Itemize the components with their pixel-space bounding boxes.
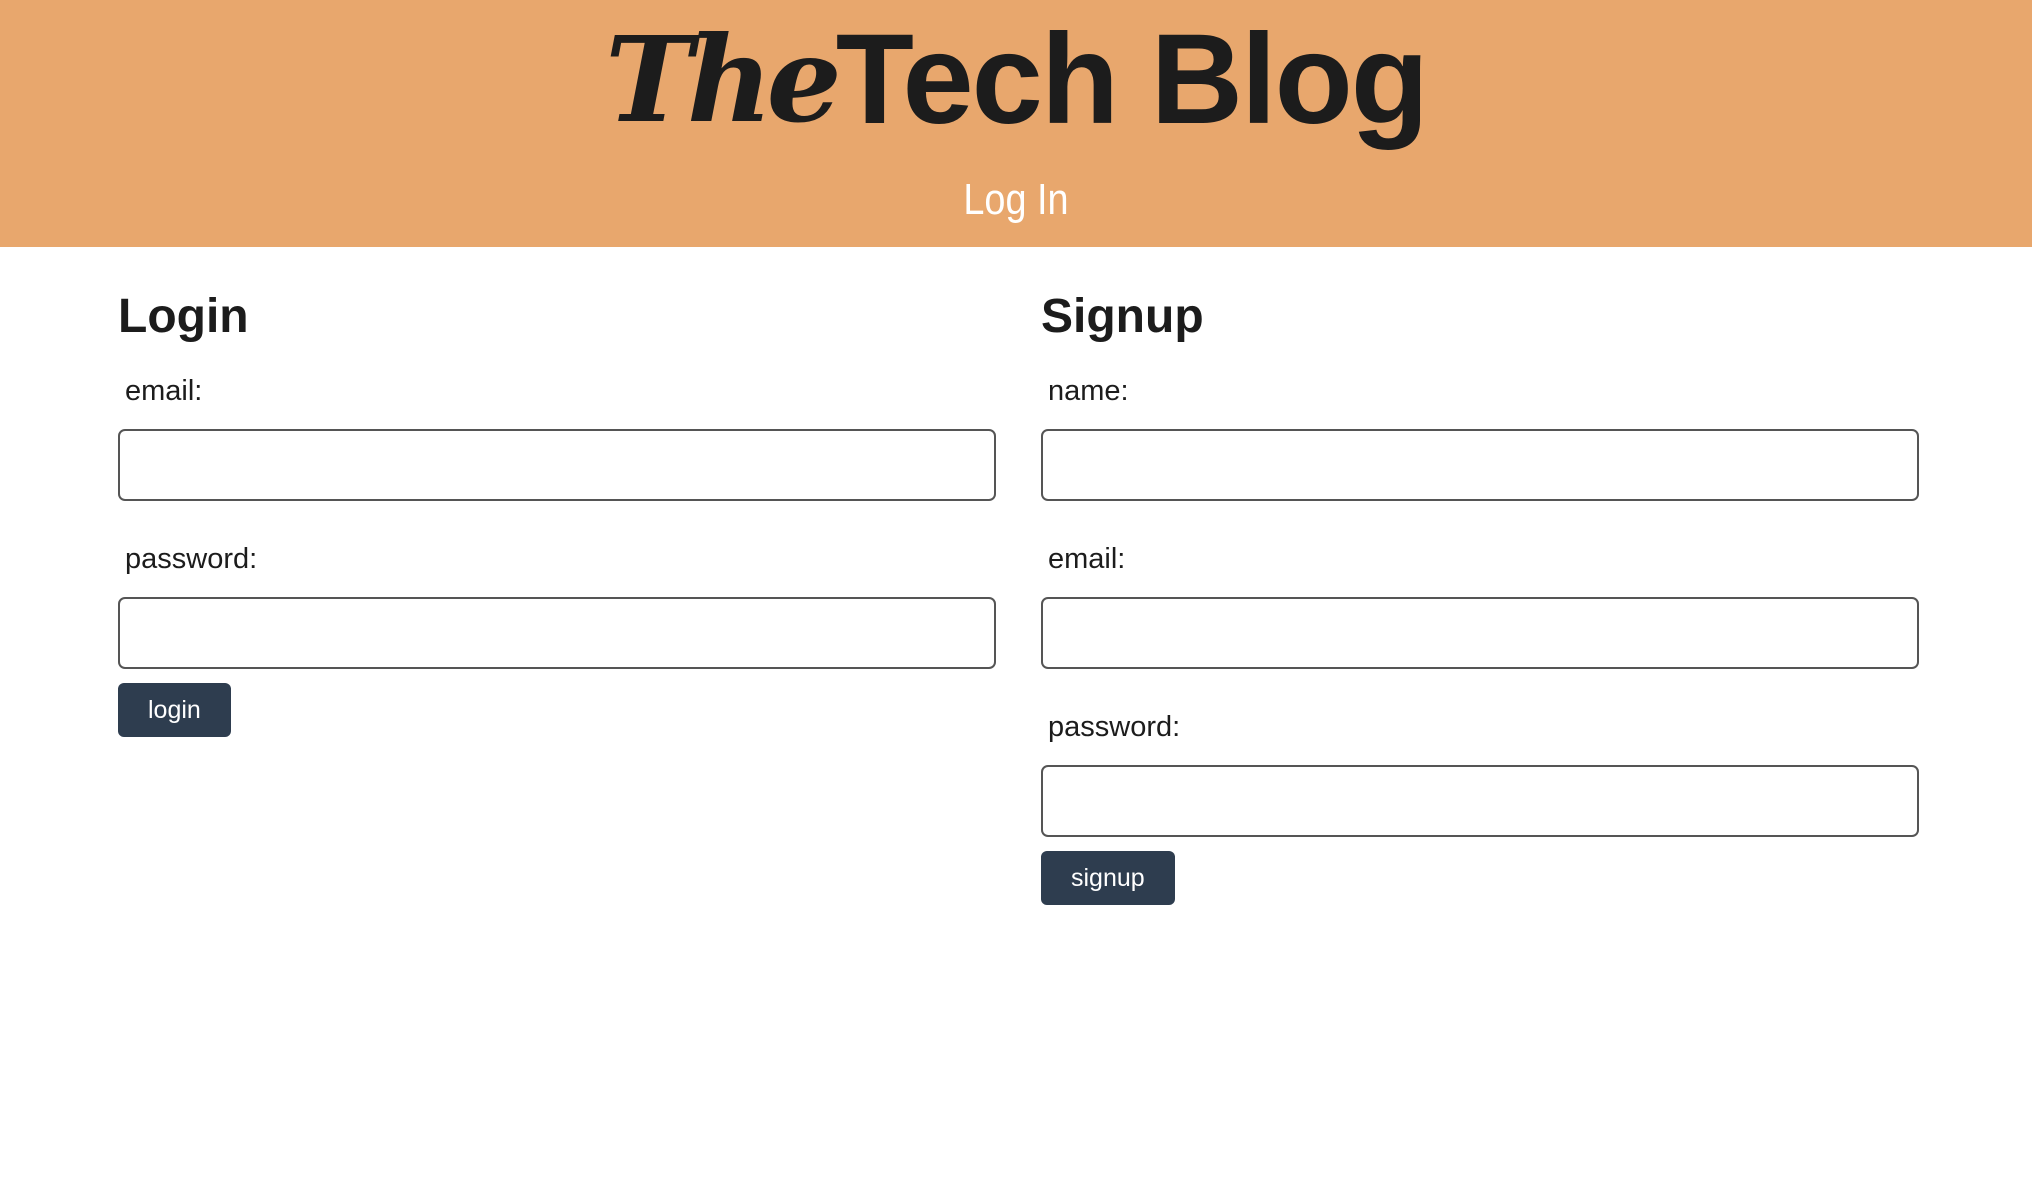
- signup-password-label: password:: [1048, 711, 1181, 743]
- brand-the-text: The: [605, 10, 842, 149]
- signup-section: Signup name: email: password: signup: [1041, 285, 1919, 905]
- login-title: Login: [118, 290, 249, 343]
- login-email-group: email:: [118, 371, 996, 527]
- signup-password-input[interactable]: [1041, 765, 1919, 837]
- signup-button[interactable]: signup: [1041, 851, 1175, 905]
- signup-name-input[interactable]: [1041, 429, 1919, 501]
- login-password-input[interactable]: [118, 597, 996, 669]
- login-email-label: email:: [125, 375, 203, 407]
- signup-title: Signup: [1041, 290, 1204, 343]
- signup-name-group: name:: [1041, 371, 1919, 527]
- signup-email-group: email:: [1041, 539, 1919, 695]
- site-logo[interactable]: TheTech Blog: [0, 0, 2032, 151]
- signup-email-input[interactable]: [1041, 597, 1919, 669]
- login-button[interactable]: login: [118, 683, 231, 737]
- signup-name-label: name:: [1048, 375, 1129, 407]
- signup-email-label: email:: [1048, 543, 1126, 575]
- login-password-label: password:: [125, 543, 258, 575]
- login-password-group: password:: [118, 539, 996, 669]
- signup-password-group: password:: [1041, 707, 1919, 837]
- login-email-input[interactable]: [118, 429, 996, 501]
- site-header: TheTech Blog Log In: [0, 0, 2032, 247]
- page-subtitle: Log In: [963, 175, 1069, 224]
- login-section: Login email: password: login: [118, 285, 996, 737]
- brand-tech-blog-text: Tech Blog: [835, 8, 1429, 151]
